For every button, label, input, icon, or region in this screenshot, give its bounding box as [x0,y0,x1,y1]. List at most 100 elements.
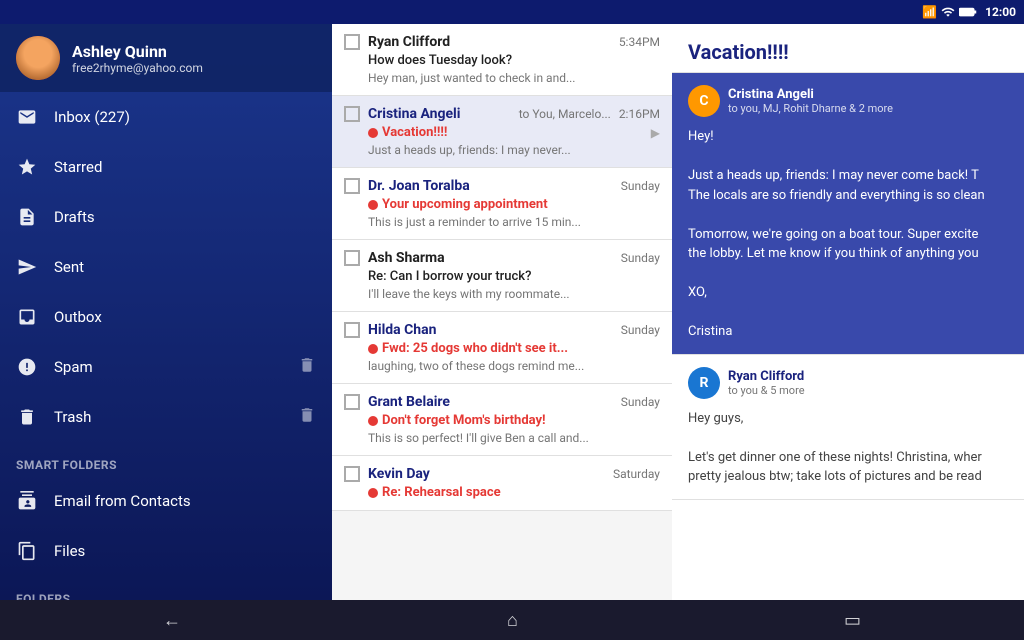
sidebar: Ashley Quinn free2rhyme@yahoo.com Inbox … [0,24,332,600]
message-sender-2: Ryan Clifford [728,369,805,384]
spam-icon [16,356,38,378]
spam-label: Spam [54,358,282,376]
star-icon [16,156,38,178]
preview-1: Hey man, just wanted to check in and... [344,71,660,85]
back-button[interactable]: ← [143,606,201,635]
folders-label: Folders [0,584,332,600]
spam-delete-icon[interactable] [298,356,316,378]
email-item-7[interactable]: Kevin Day Saturday Re: Rehearsal space [332,456,672,511]
checkbox-5[interactable] [344,322,360,338]
subject-6: Don't forget Mom's birthday! [382,413,546,428]
sidebar-item-drafts[interactable]: Drafts [0,192,332,242]
files-label: Files [54,542,316,560]
checkbox-1[interactable] [344,34,360,50]
email-item-6[interactable]: Grant Belaire Sunday Don't forget Mom's … [332,384,672,456]
subject-2: Vacation!!!! [382,125,447,140]
trash-label: Trash [54,408,282,426]
bottom-nav: ← ⌂ ▭ [0,600,1024,640]
draft-icon [16,206,38,228]
sender-2: Cristina Angeli [368,106,508,122]
message-sender-1: Cristina Angeli [728,87,893,102]
subject-1: How does Tuesday look? [344,53,660,68]
user-name: Ashley Quinn [72,42,203,61]
message-block-1: C Cristina Angeli to you, MJ, Rohit Dhar… [672,73,1024,355]
sent-label: Sent [54,258,316,276]
email-item-2[interactable]: Cristina Angeli to You, Marcelo... 2:16P… [332,96,672,168]
signal-icon [941,5,955,19]
email-item-5[interactable]: Hilda Chan Sunday Fwd: 25 dogs who didn'… [332,312,672,384]
checkbox-4[interactable] [344,250,360,266]
time-5: Sunday [621,323,660,337]
sender-3: Dr. Joan Toralba [368,178,613,194]
sidebar-item-spam[interactable]: Spam [0,342,332,392]
inbox-label: Inbox (227) [54,108,316,126]
outbox-label: Outbox [54,308,316,326]
forward-icon-2: ▶︎ [651,126,660,140]
sender-7: Kevin Day [368,466,605,482]
red-dot-2 [368,128,378,138]
red-dot-6 [368,416,378,426]
subject-5: Fwd: 25 dogs who didn't see it... [382,341,568,356]
nav-list: Inbox (227) Starred Drafts [0,92,332,442]
mail-icon [16,106,38,128]
preview-4: I'll leave the keys with my roommate... [344,287,660,301]
sidebar-item-files[interactable]: Files [0,526,332,576]
sender-5: Hilda Chan [368,322,613,338]
user-email: free2rhyme@yahoo.com [72,61,203,75]
checkbox-6[interactable] [344,394,360,410]
contacts-label: Email from Contacts [54,492,316,510]
battery-icon [959,5,977,19]
sidebar-item-starred[interactable]: Starred [0,142,332,192]
sidebar-item-contacts[interactable]: Email from Contacts [0,476,332,526]
time-4: Sunday [621,251,660,265]
file-icon [16,540,38,562]
checkbox-3[interactable] [344,178,360,194]
time-2: 2:16PM [619,107,660,121]
sender-avatar-2: R [688,367,720,399]
user-header[interactable]: Ashley Quinn free2rhyme@yahoo.com [0,24,332,92]
sender-4: Ash Sharma [368,250,613,266]
red-dot-5 [368,344,378,354]
contact-icon [16,490,38,512]
message-body-2: Hey guys, Let's get dinner one of these … [688,409,1008,487]
email-item-1[interactable]: Ryan Clifford 5:34PM How does Tuesday lo… [332,24,672,96]
sender-avatar-1: C [688,85,720,117]
sidebar-item-trash[interactable]: Trash [0,392,332,442]
time-3: Sunday [621,179,660,193]
email-item-4[interactable]: Ash Sharma Sunday Re: Can I borrow your … [332,240,672,312]
home-button[interactable]: ⌂ [487,606,538,635]
wifi-icon: 📶 [922,5,937,19]
message-to-2: to you & 5 more [728,384,805,397]
email-detail: Vacation!!!! C Cristina Angeli to you, M… [672,24,1024,600]
detail-subject: Vacation!!!! [672,24,1024,73]
drafts-label: Drafts [54,208,316,226]
subject-7: Re: Rehearsal space [382,485,501,500]
smart-folders-label: Smart Folders [0,450,332,476]
message-to-1: to you, MJ, Rohit Dharne & 2 more [728,102,893,115]
trash-delete-icon[interactable] [298,406,316,428]
send-icon [16,256,38,278]
subject-3: Your upcoming appointment [382,197,548,212]
status-bar: 📶 12:00 [0,0,1024,24]
checkbox-2[interactable] [344,106,360,122]
message-block-2: R Ryan Clifford to you & 5 more Hey guys… [672,355,1024,500]
checkbox-7[interactable] [344,466,360,482]
email-item-3[interactable]: Dr. Joan Toralba Sunday Your upcoming ap… [332,168,672,240]
recent-button[interactable]: ▭ [824,606,881,635]
sidebar-item-inbox[interactable]: Inbox (227) [0,92,332,142]
smart-folders-list: Email from Contacts Files [0,476,332,576]
time-display: 12:00 [985,5,1016,19]
email-list: Ryan Clifford 5:34PM How does Tuesday lo… [332,24,672,600]
sender-6: Grant Belaire [368,394,613,410]
time-1: 5:34PM [619,35,660,49]
sender-to-2: to You, Marcelo... [516,107,611,121]
red-dot-3 [368,200,378,210]
status-icons: 📶 12:00 [922,5,1016,19]
avatar [16,36,60,80]
sender-1: Ryan Clifford [368,34,611,50]
preview-3: This is just a reminder to arrive 15 min… [344,215,660,229]
sidebar-item-outbox[interactable]: Outbox [0,292,332,342]
starred-label: Starred [54,158,316,176]
sidebar-item-sent[interactable]: Sent [0,242,332,292]
message-body-1: Hey! Just a heads up, friends: I may nev… [688,127,1008,342]
